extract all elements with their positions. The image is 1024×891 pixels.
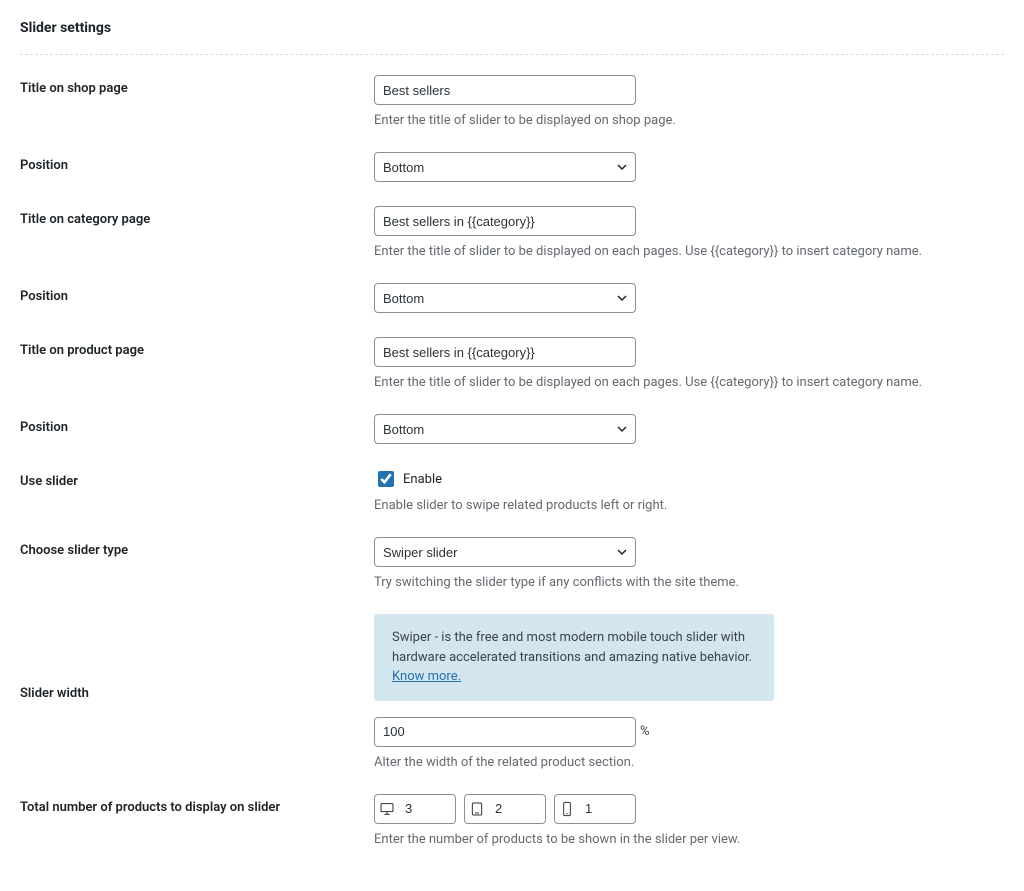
label-slider-width: Slider width: [20, 614, 374, 701]
help-slider-width: Alter the width of the related product s…: [374, 755, 1004, 770]
mobile-icon: [555, 801, 579, 817]
help-title-product: Enter the title of slider to be displaye…: [374, 375, 1004, 390]
label-title-product: Title on product page: [20, 337, 374, 358]
label-position-shop: Position: [20, 152, 374, 173]
label-total-products: Total number of products to display on s…: [20, 794, 374, 815]
input-products-tablet[interactable]: [489, 795, 545, 823]
row-total-products: Total number of products to display on s…: [20, 794, 1004, 847]
device-input-desktop: [374, 794, 456, 824]
slider-width-suffix: %: [640, 724, 650, 739]
label-title-shop: Title on shop page: [20, 75, 374, 96]
input-title-category[interactable]: [374, 206, 636, 236]
desktop-icon: [375, 801, 399, 817]
help-total-products: Enter the number of products to be shown…: [374, 832, 1004, 847]
tablet-icon: [465, 801, 489, 817]
row-title-product: Title on product page Enter the title of…: [20, 337, 1004, 390]
row-slider-width: Slider width Swiper - is the free and mo…: [20, 614, 1004, 770]
know-more-link[interactable]: Know more.: [392, 669, 461, 684]
section-title: Slider settings: [20, 20, 1004, 55]
swiper-notice: Swiper - is the free and most modern mob…: [374, 614, 774, 701]
input-slider-width[interactable]: [374, 717, 636, 747]
label-position-product: Position: [20, 414, 374, 435]
help-slider-type: Try switching the slider type if any con…: [374, 575, 1004, 590]
help-title-category: Enter the title of slider to be displaye…: [374, 244, 1004, 259]
input-products-desktop[interactable]: [399, 795, 455, 823]
help-title-shop: Enter the title of slider to be displaye…: [374, 113, 1004, 128]
input-title-product[interactable]: [374, 337, 636, 367]
row-use-slider: Use slider Enable Enable slider to swipe…: [20, 468, 1004, 513]
row-title-shop: Title on shop page Enter the title of sl…: [20, 75, 1004, 128]
device-input-tablet: [464, 794, 546, 824]
checkbox-use-slider[interactable]: [378, 471, 394, 487]
row-position-category: Position Bottom: [20, 283, 1004, 313]
device-input-mobile: [554, 794, 636, 824]
checkbox-label-use-slider: Enable: [403, 472, 442, 487]
label-title-category: Title on category page: [20, 206, 374, 227]
row-slider-type: Choose slider type Swiper slider Try swi…: [20, 537, 1004, 590]
select-position-shop[interactable]: Bottom: [374, 152, 636, 182]
label-use-slider: Use slider: [20, 468, 374, 489]
select-slider-type[interactable]: Swiper slider: [374, 537, 636, 567]
select-position-category[interactable]: Bottom: [374, 283, 636, 313]
help-use-slider: Enable slider to swipe related products …: [374, 498, 1004, 513]
row-title-category: Title on category page Enter the title o…: [20, 206, 1004, 259]
row-position-product: Position Bottom: [20, 414, 1004, 444]
label-slider-type: Choose slider type: [20, 537, 374, 558]
select-position-product[interactable]: Bottom: [374, 414, 636, 444]
label-position-category: Position: [20, 283, 374, 304]
input-title-shop[interactable]: [374, 75, 636, 105]
input-products-mobile[interactable]: [579, 795, 635, 823]
row-position-shop: Position Bottom: [20, 152, 1004, 182]
